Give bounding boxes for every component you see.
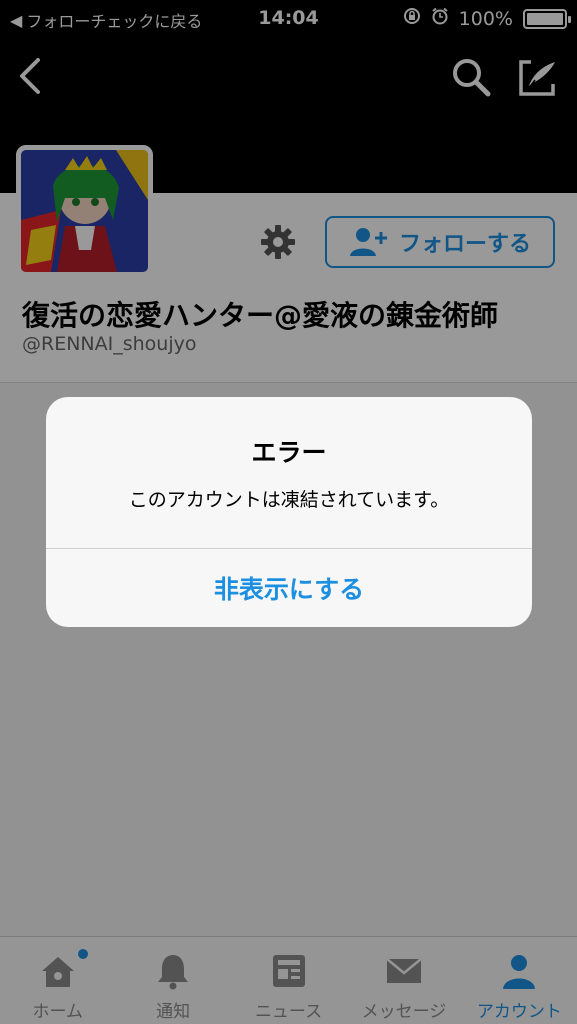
alert-title: エラー [251, 438, 327, 467]
error-alert-dialog: エラー このアカウントは凍結されています。 非表示にする [46, 397, 532, 627]
hide-button[interactable]: 非表示にする [46, 549, 532, 627]
alert-message: このアカウントは凍結されています。 [128, 489, 450, 511]
